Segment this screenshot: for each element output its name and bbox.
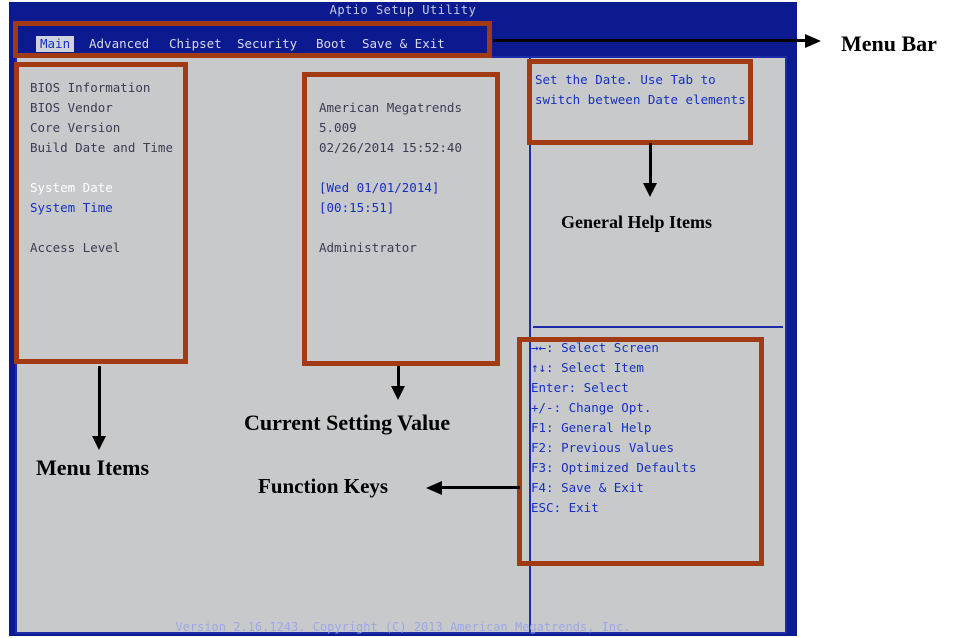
general-help-highlight-box	[527, 59, 753, 145]
arrow-left-icon	[426, 481, 442, 495]
window-title: Aptio Setup Utility	[329, 3, 477, 17]
help-divider	[533, 326, 783, 328]
current-setting-highlight-box	[302, 72, 500, 366]
current-setting-annotation: Current Setting Value	[244, 410, 451, 435]
menu-items-highlight-box	[14, 62, 188, 364]
footer-copyright: Version 2.16.1243. Copyright (C) 2013 Am…	[175, 620, 631, 634]
function-keys-annotation: Function Keys	[258, 474, 389, 498]
menu-items-annotation: Menu Items	[36, 455, 150, 480]
arrow-right-icon	[805, 34, 821, 48]
current-setting-arrow-line	[397, 366, 400, 386]
menu-bar-annotation: Menu Bar	[841, 31, 937, 56]
arrow-down-icon	[391, 386, 405, 400]
arrow-down-icon	[92, 436, 106, 450]
general-help-annotation: General Help Items	[561, 212, 712, 232]
function-keys-arrow-line	[442, 486, 520, 489]
menu-bar-arrow-line	[493, 39, 805, 42]
arrow-down-icon	[643, 183, 657, 197]
function-keys-highlight-box	[517, 337, 764, 566]
general-help-arrow-line	[649, 143, 652, 183]
menu-bar-highlight-box	[13, 21, 492, 58]
menu-items-arrow-line	[98, 366, 101, 436]
